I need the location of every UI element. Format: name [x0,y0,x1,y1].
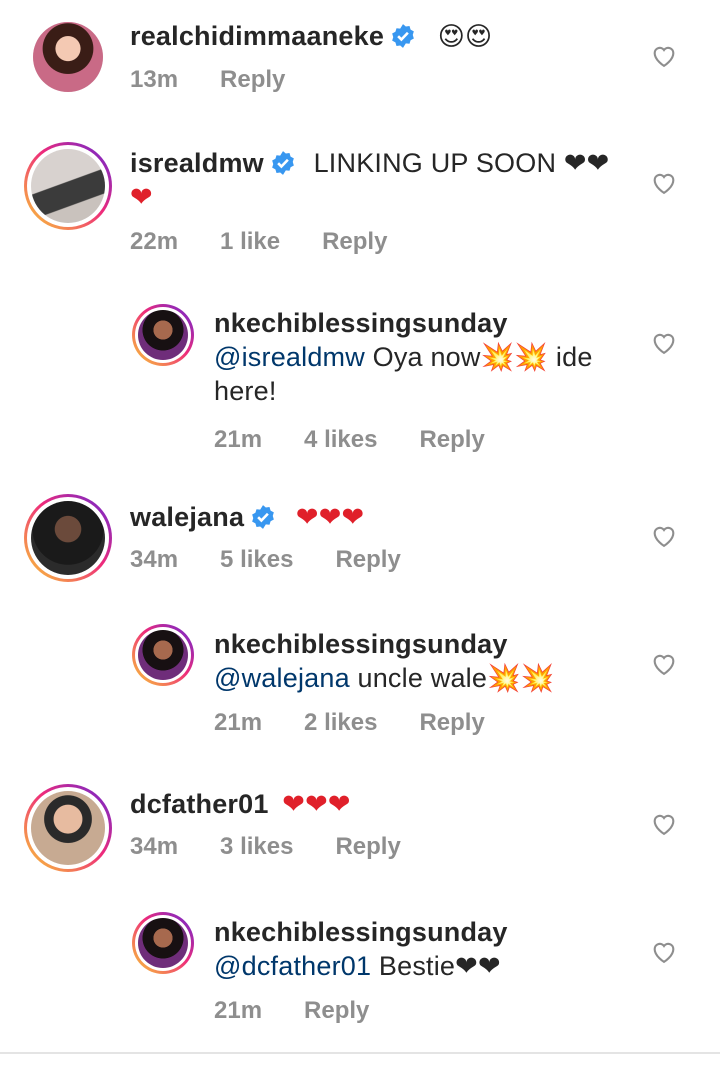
comment-username[interactable]: walejana [130,502,244,532]
comment-username[interactable]: isrealdmw [130,148,264,178]
comment-time: 13m [130,66,179,93]
reply-button[interactable]: Reply [419,709,484,737]
avatar[interactable] [24,784,112,872]
reply-button[interactable]: Reply [304,997,369,1025]
avatar[interactable] [132,624,194,686]
comment-text: 😍😍 [437,22,493,52]
avatar-image [31,501,105,575]
comment-text: Bestie❤❤ [371,951,501,981]
avatar[interactable] [132,912,194,974]
avatar-image [31,791,105,865]
comment-time: 34m [130,833,179,860]
comment-text: Oya now💥💥 ide [364,342,593,372]
mention-link[interactable]: @walejana [214,663,350,693]
comment-text-continued: here! [214,376,277,406]
heart-outline-icon[interactable] [650,938,678,966]
avatar-image [138,630,188,680]
comment-meta: 21m Reply [214,997,620,1025]
mention-link[interactable]: @dcfather01 [214,951,371,981]
avatar[interactable] [24,494,112,582]
comment-time: 21m [214,426,263,453]
comment-meta: 34m 3 likes Reply [130,833,620,861]
likes-count[interactable]: 1 like [220,228,280,256]
comment-body: nkechiblessingsunday @dcfather01 Bestie❤… [214,915,620,1025]
likes-count[interactable]: 4 likes [304,426,377,454]
comment-text: uncle wale💥💥 [349,663,555,693]
comment-username[interactable]: nkechiblessingsunday [214,629,508,659]
comment-body: walejana ❤❤❤ 34m 5 likes Reply [130,500,620,574]
avatar[interactable] [24,142,112,230]
verified-badge-icon [270,150,296,176]
heart-outline-icon[interactable] [650,329,678,357]
divider [0,1052,720,1054]
comment-meta: 21m 2 likes Reply [214,709,620,737]
mention-link[interactable]: @isrealdmw [214,342,365,372]
avatar-image [138,918,188,968]
comment-time: 22m [130,228,179,255]
likes-count[interactable]: 2 likes [304,709,377,737]
comment-meta: 22m 1 like Reply [130,228,620,256]
comment-body: dcfather01 ❤❤❤ 34m 3 likes Reply [130,787,620,861]
avatar[interactable] [33,22,103,92]
comment-text: LINKING UP SOON ❤❤ [313,148,610,178]
heart-outline-icon[interactable] [650,810,678,838]
comment-body: nkechiblessingsunday @isrealdmw Oya now💥… [214,306,620,454]
verified-badge-icon [390,23,416,49]
heart-outline-icon[interactable] [650,522,678,550]
likes-count[interactable]: 5 likes [220,546,293,574]
comment-time: 34m [130,546,179,573]
comment-body: isrealdmw LINKING UP SOON ❤❤ ❤ 22m 1 lik… [130,146,620,256]
comment-username[interactable]: realchidimmaaneke [130,21,384,51]
likes-count[interactable]: 3 likes [220,833,293,861]
comment-body: nkechiblessingsunday @walejana uncle wal… [214,627,620,737]
reply-button[interactable]: Reply [419,426,484,454]
reply-button[interactable]: Reply [335,546,400,574]
avatar[interactable] [132,304,194,366]
comment-username[interactable]: nkechiblessingsunday [214,308,508,338]
comment-username[interactable]: dcfather01 [130,789,269,819]
comment-body: realchidimmaaneke 😍😍 13m Reply [130,19,620,94]
avatar-image [33,22,103,92]
heart-outline-icon[interactable] [650,650,678,678]
avatar-image [138,310,188,360]
comment-username[interactable]: nkechiblessingsunday [214,917,508,947]
comment-text: ❤❤❤ [282,789,351,819]
comment-meta: 13m Reply [130,66,620,94]
comment-text: ❤❤❤ [295,502,365,532]
reply-button[interactable]: Reply [335,833,400,861]
avatar-image [31,149,105,223]
heart-outline-icon[interactable] [650,42,678,70]
comment-meta: 21m 4 likes Reply [214,426,620,454]
comment-text-continued: ❤ [130,182,153,212]
comment-meta: 34m 5 likes Reply [130,546,620,574]
verified-badge-icon [250,504,276,530]
comment-time: 21m [214,709,263,736]
reply-button[interactable]: Reply [322,228,387,256]
reply-button[interactable]: Reply [220,66,285,94]
heart-outline-icon[interactable] [650,169,678,197]
comment-time: 21m [214,997,263,1024]
